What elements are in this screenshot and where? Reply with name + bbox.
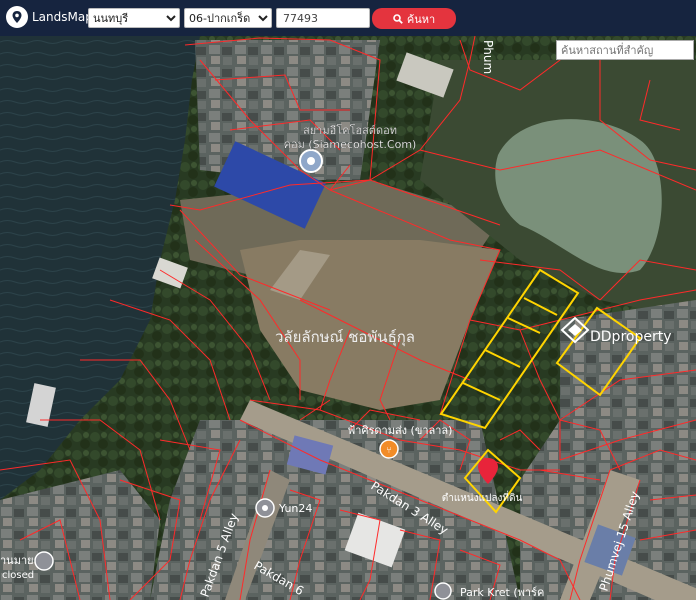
deed-number-input[interactable]	[276, 8, 370, 28]
yun24-poi[interactable]: Yun24	[255, 498, 312, 518]
location-pin-icon	[434, 582, 452, 600]
map-canvas[interactable]: สยามอีโคโฮสต์ดอท คอม (Siamecohost.Com) ว…	[0, 36, 696, 600]
search-button[interactable]: ค้นหา	[372, 8, 456, 29]
search-button-label: ค้นหา	[406, 12, 436, 26]
corner-poi-name: านมาย	[0, 554, 34, 567]
parcel-marker-label: ตำแหน่งแปลงที่ดิน	[442, 490, 523, 504]
province-select[interactable]: นนทบุรี	[88, 8, 180, 28]
yun24-label: Yun24	[278, 502, 312, 515]
satellite-background	[0, 36, 696, 600]
landsmaps-logo-icon[interactable]	[6, 6, 28, 28]
shop-label: ฟ้าศิรดามส่ง (ขาลาล)	[348, 424, 453, 437]
road-label-phum: Phum	[481, 40, 495, 74]
siamecohost-th-label: สยามอีโคโฮสต์ดอท	[303, 123, 397, 137]
search-icon	[393, 13, 403, 24]
svg-text:⑂: ⑂	[386, 446, 391, 456]
ddproperty-text: DDproperty	[590, 329, 672, 345]
district-select[interactable]: 06-ปากเกร็ด	[184, 8, 272, 28]
siamecohost-en-label: คอม (Siamecohost.Com)	[284, 138, 417, 151]
restaurant-icon	[34, 551, 54, 571]
corner-poi-status: closed	[2, 570, 34, 581]
toolbar: LandsMaps นนทบุรี 06-ปากเกร็ด ค้นหา	[0, 0, 696, 36]
park-kret-label: Park Kret (พาร์ค	[460, 586, 544, 599]
landmark-search-input[interactable]	[556, 40, 694, 60]
parcel-owner-label: วลัยลักษณ์ ชอพันธุ์กุล	[275, 328, 415, 347]
